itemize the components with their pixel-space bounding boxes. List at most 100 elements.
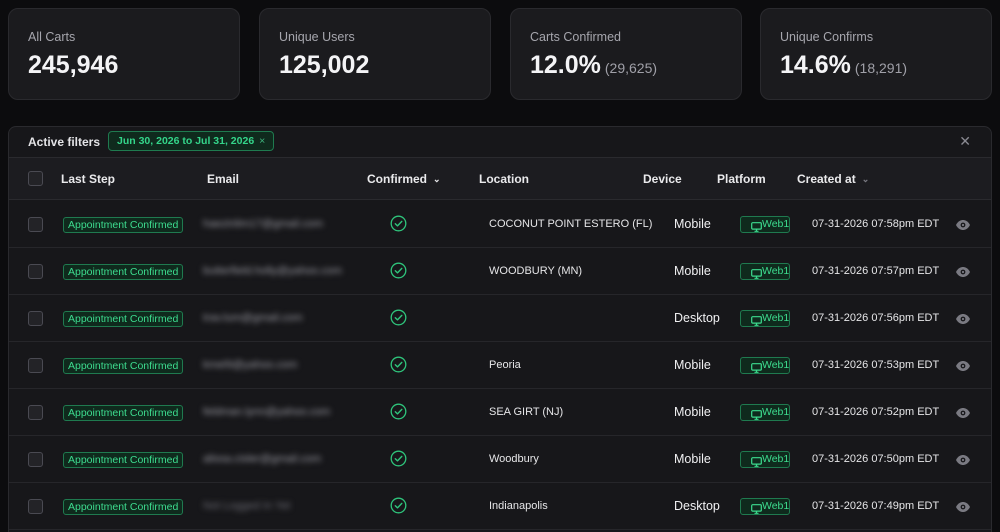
platform-badge: Web1 bbox=[740, 451, 790, 468]
stat-card-all-carts: All Carts 245,946 bbox=[8, 8, 240, 100]
table-row[interactable]: Appointment Confirmed trav.lum@gmail.com D… bbox=[9, 295, 991, 342]
row-checkbox[interactable] bbox=[28, 217, 43, 232]
row-checkbox[interactable] bbox=[28, 358, 43, 373]
eye-icon[interactable] bbox=[955, 218, 971, 236]
eye-icon[interactable] bbox=[955, 359, 971, 377]
last-step-badge: Appointment Confirmed bbox=[63, 452, 184, 468]
stat-count: (18,291) bbox=[854, 60, 908, 76]
device-cell: Mobile bbox=[674, 452, 711, 466]
device-cell: Mobile bbox=[674, 264, 711, 278]
eye-icon[interactable] bbox=[955, 500, 971, 518]
active-filters-bar: Active filters Jun 30, 2026 to Jul 31, 2… bbox=[9, 127, 991, 157]
check-circle-icon bbox=[390, 497, 407, 514]
email-cell: trav.lum@gmail.com bbox=[203, 312, 303, 324]
device-cell: Desktop bbox=[674, 499, 720, 513]
column-email[interactable]: Email bbox=[207, 172, 239, 186]
eye-icon[interactable] bbox=[955, 312, 971, 330]
eye-icon[interactable] bbox=[955, 265, 971, 283]
platform-badge: Web1 bbox=[740, 310, 790, 327]
row-checkbox[interactable] bbox=[28, 311, 43, 326]
eye-icon[interactable] bbox=[955, 453, 971, 471]
platform-label: Web1 bbox=[762, 218, 790, 230]
column-device[interactable]: Device bbox=[643, 172, 682, 186]
carts-table-panel: Active filters Jun 30, 2026 to Jul 31, 2… bbox=[8, 126, 992, 532]
active-filters-label: Active filters bbox=[28, 135, 101, 149]
filter-chip-label: Jun 30, 2026 to Jul 31, 2026 bbox=[117, 135, 255, 147]
stat-number: 125,002 bbox=[279, 51, 370, 79]
platform-label: Web1 bbox=[762, 265, 790, 277]
location-cell: COCONUT POINT ESTERO (FL) bbox=[489, 218, 653, 230]
stat-label: Unique Confirms bbox=[780, 30, 874, 44]
stat-label: Unique Users bbox=[279, 30, 355, 44]
email-cell: Not Logged In Yet bbox=[203, 500, 291, 512]
created-at-cell: 07-31-2026 07:56pm EDT bbox=[812, 312, 940, 324]
stat-value: 245,946 bbox=[28, 51, 118, 80]
stat-number: 12.0% bbox=[530, 51, 601, 79]
remove-filter-icon[interactable]: × bbox=[259, 135, 265, 147]
column-created-at-label: Created at bbox=[797, 172, 856, 186]
column-platform[interactable]: Platform bbox=[717, 172, 766, 186]
table-row[interactable]: Appointment Confirmed Not Logged In Yet In… bbox=[9, 483, 991, 530]
email-cell: butterfield.holly@yahoo.com bbox=[203, 265, 342, 277]
platform-badge: Web1 bbox=[740, 404, 790, 421]
device-cell: Mobile bbox=[674, 358, 711, 372]
table-row[interactable]: Appointment Confirmed butterfield.holly@y… bbox=[9, 248, 991, 295]
table-header: Last Step Email Confirmed ⌄ Location Devi… bbox=[9, 157, 991, 200]
stat-label: All Carts bbox=[28, 30, 76, 44]
stat-card-unique-users: Unique Users 125,002 bbox=[259, 8, 491, 100]
platform-label: Web1 bbox=[762, 359, 790, 371]
last-step-badge: Appointment Confirmed bbox=[63, 499, 184, 515]
platform-label: Web1 bbox=[762, 453, 790, 465]
column-last-step[interactable]: Last Step bbox=[61, 172, 115, 186]
last-step-badge: Appointment Confirmed bbox=[63, 264, 184, 280]
email-cell: haezinlim17@gmail.com bbox=[203, 218, 323, 230]
table-row[interactable]: Appointment Confirmed kmel9@yahoo.com Peor… bbox=[9, 342, 991, 389]
location-cell: Peoria bbox=[489, 359, 521, 371]
platform-badge: Web1 bbox=[740, 216, 790, 233]
stat-count: (29,625) bbox=[604, 60, 658, 76]
last-step-badge: Appointment Confirmed bbox=[63, 358, 184, 374]
platform-label: Web1 bbox=[762, 500, 790, 512]
check-circle-icon bbox=[390, 215, 407, 232]
stat-value: 12.0% (29,625) bbox=[530, 51, 657, 80]
check-circle-icon bbox=[390, 356, 407, 373]
table-row[interactable]: Appointment Confirmed haezinlim17@gmail.c… bbox=[9, 201, 991, 248]
column-confirmed-label: Confirmed bbox=[367, 172, 427, 186]
platform-badge: Web1 bbox=[740, 498, 790, 515]
row-checkbox[interactable] bbox=[28, 405, 43, 420]
stat-number: 245,946 bbox=[28, 51, 119, 79]
location-cell: Woodbury bbox=[489, 453, 539, 465]
column-confirmed[interactable]: Confirmed ⌄ bbox=[367, 172, 441, 186]
table-row[interactable]: Appointment Confirmed feldman.lynn@yahoo.… bbox=[9, 389, 991, 436]
stat-label: Carts Confirmed bbox=[530, 30, 621, 44]
email-cell: feldman.lynn@yahoo.com bbox=[203, 406, 331, 418]
column-created-at[interactable]: Created at ⌄ bbox=[797, 172, 869, 186]
close-filters-icon[interactable]: ✕ bbox=[959, 133, 971, 150]
row-checkbox[interactable] bbox=[28, 264, 43, 279]
row-checkbox[interactable] bbox=[28, 452, 43, 467]
eye-icon[interactable] bbox=[955, 406, 971, 424]
device-cell: Mobile bbox=[674, 217, 711, 231]
platform-badge: Web1 bbox=[740, 263, 790, 280]
email-cell: alissa.cisler@gmail.com bbox=[203, 453, 322, 465]
platform-label: Web1 bbox=[762, 406, 790, 418]
device-cell: Mobile bbox=[674, 405, 711, 419]
created-at-cell: 07-31-2026 07:57pm EDT bbox=[812, 265, 940, 277]
email-cell: kmel9@yahoo.com bbox=[203, 359, 298, 371]
row-checkbox[interactable] bbox=[28, 499, 43, 514]
created-at-cell: 07-31-2026 07:50pm EDT bbox=[812, 453, 940, 465]
chevron-down-icon: ⌄ bbox=[433, 174, 441, 184]
date-range-filter-chip[interactable]: Jun 30, 2026 to Jul 31, 2026 × bbox=[108, 131, 275, 151]
check-circle-icon bbox=[390, 450, 407, 467]
last-step-badge: Appointment Confirmed bbox=[63, 311, 184, 327]
column-location[interactable]: Location bbox=[479, 172, 529, 186]
stat-number: 14.6% bbox=[780, 51, 851, 79]
select-all-checkbox[interactable] bbox=[28, 171, 43, 186]
platform-label: Web1 bbox=[762, 312, 790, 324]
created-at-cell: 07-31-2026 07:53pm EDT bbox=[812, 359, 940, 371]
table-row[interactable]: Appointment Confirmed alissa.cisler@gmail… bbox=[9, 436, 991, 483]
location-cell: SEA GIRT (NJ) bbox=[489, 406, 564, 418]
chevron-down-icon: ⌄ bbox=[861, 174, 870, 184]
location-cell: Indianapolis bbox=[489, 500, 548, 512]
created-at-cell: 07-31-2026 07:58pm EDT bbox=[812, 218, 940, 230]
